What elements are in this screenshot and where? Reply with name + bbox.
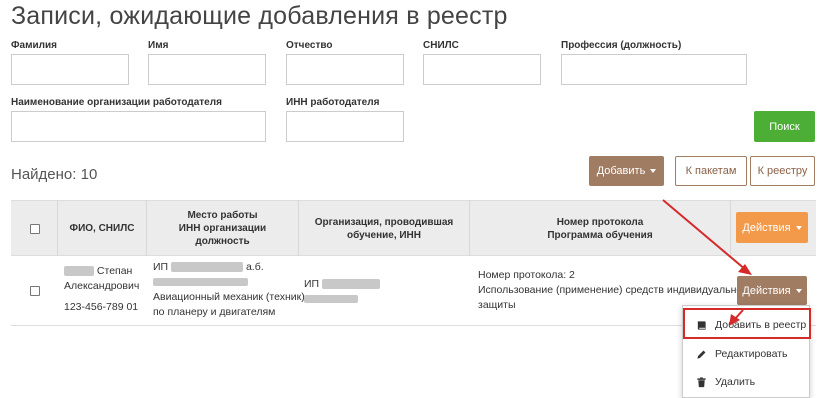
- row-workplace-suffix: а.б.: [245, 261, 264, 273]
- row-fio: Степан Александрович 123-456-789 01: [64, 264, 146, 315]
- first-name-input[interactable]: [148, 54, 266, 85]
- header-protocol-line2: Программа обучения: [547, 230, 653, 241]
- to-packages-button[interactable]: К пакетам: [675, 156, 747, 186]
- header-training-org-line1: Организация, проводившая: [314, 217, 454, 228]
- menu-item-edit[interactable]: Редактировать: [683, 340, 811, 368]
- search-button[interactable]: Поиск: [754, 111, 815, 142]
- first-name-label: Имя: [148, 40, 169, 51]
- redacted-workplace: [171, 262, 244, 273]
- header-protocol-line1: Номер протокола: [556, 217, 644, 228]
- row-workplace-prefix: ИП: [153, 261, 169, 273]
- middle-name-input[interactable]: [286, 54, 404, 85]
- redacted-inn: [153, 278, 248, 287]
- chevron-down-icon: [650, 169, 657, 173]
- bulk-actions-label: Действия: [742, 221, 791, 234]
- menu-item-delete[interactable]: Удалить: [683, 368, 811, 396]
- employer-inn-label: ИНН работодателя: [286, 97, 380, 108]
- profession-label: Профессия (должность): [561, 40, 682, 51]
- select-all-checkbox[interactable]: [30, 224, 40, 234]
- row-position-line1: Авиационный механик (техник): [153, 291, 305, 303]
- row-position-line2: по планеру и двигателям: [153, 306, 276, 318]
- trash-icon: [697, 376, 706, 387]
- header-protocol: Номер протокола Программа обучения: [470, 216, 730, 242]
- row-workplace: ИП а.б. Авиационный механик (техник) по …: [153, 260, 305, 320]
- snils-input[interactable]: [423, 54, 541, 85]
- row-protocol-number: Номер протокола: 2: [478, 269, 575, 281]
- row-program-line1: Использование (применение) средств индив…: [478, 284, 749, 296]
- menu-item-edit-label: Редактировать: [715, 348, 788, 360]
- header-workplace-line3: должность: [195, 236, 250, 247]
- header-workplace: Место работы ИНН организации должность: [147, 209, 298, 248]
- employer-inn-input[interactable]: [286, 111, 404, 142]
- row-first-name: Степан: [96, 265, 133, 277]
- row-training-org: ИП: [304, 277, 464, 307]
- header-training-org-line2: обучение, ИНН: [346, 230, 422, 241]
- row-training-org-prefix: ИП: [304, 278, 320, 290]
- last-name-input[interactable]: [11, 54, 129, 85]
- found-count: Найдено: 10: [11, 166, 98, 183]
- profession-input[interactable]: [561, 54, 747, 85]
- add-button-label: Добавить: [596, 165, 646, 177]
- header-fio: ФИО, СНИЛС: [69, 223, 135, 234]
- employer-input[interactable]: [11, 111, 266, 142]
- header-training-org: Организация, проводившая обучение, ИНН: [299, 216, 469, 242]
- bulk-actions-button[interactable]: Действия: [736, 212, 808, 243]
- chevron-down-icon: [795, 288, 802, 293]
- employer-label: Наименование организации работодателя: [11, 97, 222, 108]
- row-patronymic: Александрович: [64, 280, 140, 292]
- row-actions-label: Действия: [742, 284, 791, 297]
- last-name-label: Фамилия: [11, 40, 57, 51]
- menu-item-delete-label: Удалить: [715, 376, 756, 388]
- redacted-training-inn: [304, 295, 358, 304]
- page-title: Записи, ожидающие добавления в реестр: [11, 2, 508, 30]
- highlight-frame: [683, 308, 811, 339]
- chevron-down-icon: [795, 225, 802, 230]
- header-workplace-line2: ИНН организации: [178, 223, 267, 234]
- add-button[interactable]: Добавить: [589, 156, 664, 186]
- to-registry-button[interactable]: К реестру: [750, 156, 815, 186]
- header-workplace-line1: Место работы: [187, 210, 258, 221]
- middle-name-label: Отчество: [286, 40, 333, 51]
- row-snils: 123-456-789 01: [64, 301, 139, 313]
- redacted-training-org: [322, 279, 381, 290]
- pencil-icon: [697, 350, 706, 359]
- row-checkbox[interactable]: [30, 286, 40, 296]
- snils-label: СНИЛС: [423, 40, 459, 51]
- redacted-surname: [64, 266, 94, 277]
- row-actions-button[interactable]: Действия: [737, 276, 807, 305]
